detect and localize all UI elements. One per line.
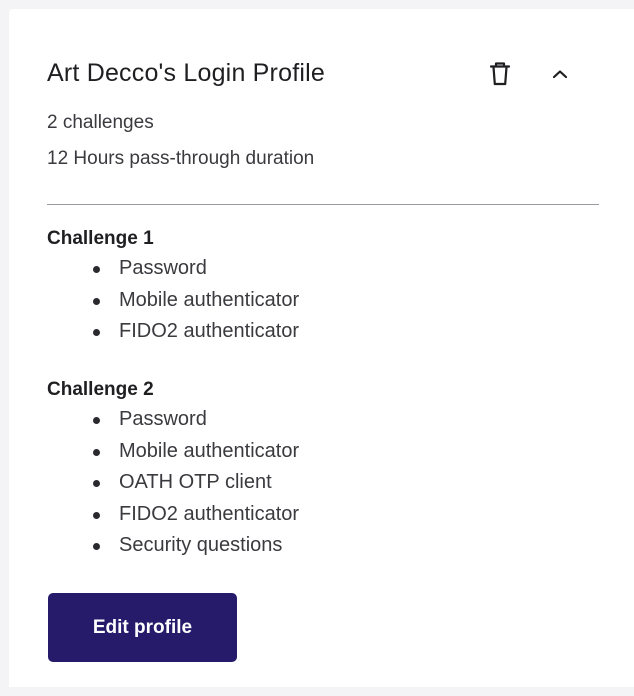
profile-title: Art Decco's Login Profile — [47, 59, 325, 87]
list-item: FIDO2 authenticator — [93, 499, 299, 531]
delete-profile-button[interactable] — [487, 59, 513, 89]
bullet-icon — [93, 329, 100, 336]
edit-profile-button[interactable]: Edit profile — [48, 593, 237, 662]
pass-through-duration: 12 Hours pass-through duration — [47, 148, 315, 169]
challenge-methods-list: Password Mobile authenticator OATH OTP c… — [47, 404, 299, 562]
method-label: FIDO2 authenticator — [119, 502, 300, 525]
bullet-icon — [93, 297, 100, 305]
list-item: FIDO2 authenticator — [93, 316, 299, 348]
method-label: Password — [119, 257, 207, 279]
challenge-count: 2 challenges — [47, 112, 154, 133]
method-label: Mobile authenticator — [119, 439, 300, 462]
bullet-icon — [93, 417, 100, 424]
method-label: OATH OTP client — [119, 471, 272, 493]
challenge-methods-list: Password Mobile authenticator FIDO2 auth… — [47, 253, 299, 348]
list-item: OATH OTP client — [93, 467, 299, 499]
list-item: Mobile authenticator — [93, 436, 299, 468]
list-item: Mobile authenticator — [93, 285, 299, 317]
challenge-section: Challenge 2 Password Mobile authenticato… — [47, 378, 299, 562]
bullet-icon — [93, 266, 100, 273]
challenge-section: Challenge 1 Password Mobile authenticato… — [47, 227, 299, 348]
bullet-icon — [93, 480, 100, 487]
bullet-icon — [93, 543, 100, 550]
chevron-up-icon — [552, 70, 568, 79]
list-item: Password — [93, 253, 299, 285]
method-label: Mobile authenticator — [119, 288, 300, 311]
method-label: Password — [119, 408, 207, 430]
challenge-title: Challenge 1 — [47, 228, 154, 249]
collapse-button[interactable] — [547, 59, 573, 89]
trash-icon — [490, 62, 510, 86]
method-label: FIDO2 authenticator — [119, 320, 300, 342]
bullet-icon — [93, 448, 100, 456]
bullet-icon — [93, 511, 100, 519]
profile-header: Art Decco's Login Profile — [47, 59, 597, 89]
method-label: Security questions — [119, 534, 283, 556]
list-item: Password — [93, 404, 299, 436]
list-item: Security questions — [93, 530, 299, 562]
login-profile-card: Art Decco's Login Profile 2 challenges 1… — [9, 9, 634, 687]
challenge-title: Challenge 2 — [47, 379, 154, 400]
divider — [47, 204, 599, 205]
